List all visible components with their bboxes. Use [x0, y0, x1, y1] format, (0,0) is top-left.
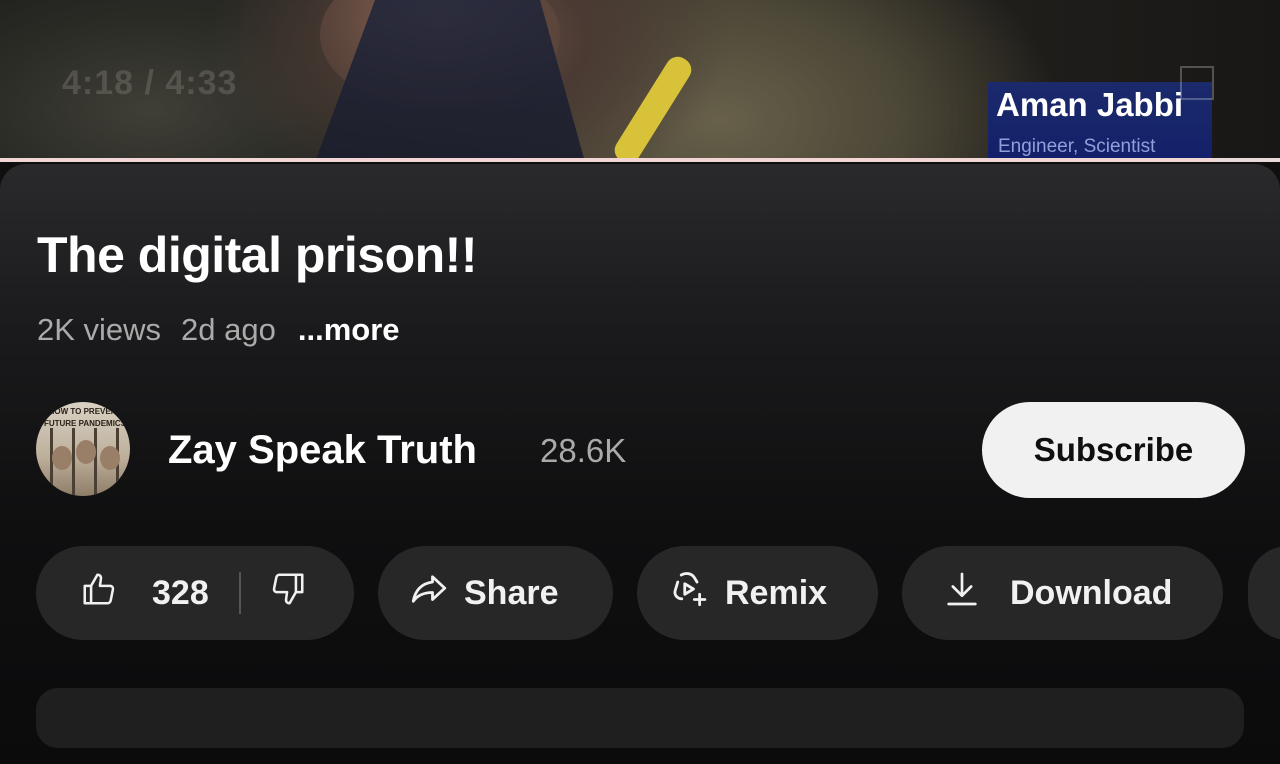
subscribe-button[interactable]: Subscribe: [982, 402, 1245, 498]
like-divider: [238, 572, 241, 614]
action-bar: 328 Share Remix Download: [36, 546, 1280, 640]
channel-row: HOW TO PREVENT FUTURE PANDEMICS Zay Spea…: [36, 402, 1246, 498]
comments-card[interactable]: [36, 688, 1244, 748]
avatar-figure: [52, 446, 72, 470]
video-player[interactable]: 4:18 / 4:33 Aman Jabbi Engineer, Scienti…: [0, 0, 1280, 162]
share-button[interactable]: Share: [378, 546, 613, 640]
avatar-caption: HOW TO PREVENT FUTURE PANDEMICS: [43, 407, 127, 428]
avatar-figure: [100, 446, 120, 470]
video-progress-bar[interactable]: [0, 158, 1280, 162]
video-zipper-shape: [610, 52, 696, 162]
channel-avatar[interactable]: HOW TO PREVENT FUTURE PANDEMICS: [36, 402, 130, 496]
download-label: Download: [1010, 573, 1173, 612]
video-progress-fill: [0, 158, 1214, 162]
lower-third-role: Engineer, Scientist: [998, 136, 1156, 157]
remix-icon: [669, 568, 711, 619]
dislike-button[interactable]: [269, 570, 307, 617]
like-count: 328: [152, 573, 209, 612]
share-arrow-icon: [408, 568, 450, 619]
like-dislike-pill: 328: [36, 546, 354, 640]
avatar-bar: [94, 428, 97, 496]
upload-age: 2d ago: [181, 312, 276, 347]
remix-button[interactable]: Remix: [637, 546, 878, 640]
fullscreen-icon[interactable]: [1180, 66, 1214, 100]
video-time-display: 4:18 / 4:33: [62, 64, 238, 102]
avatar-figure: [76, 440, 96, 464]
thumbs-up-icon: [80, 570, 118, 617]
more-actions-button[interactable]: [1248, 546, 1280, 640]
channel-name[interactable]: Zay Speak Truth: [168, 428, 477, 473]
download-button[interactable]: Download: [902, 546, 1223, 640]
lower-third-name: Aman Jabbi: [996, 86, 1184, 123]
thumbs-down-icon: [269, 570, 307, 617]
video-meta[interactable]: 2K views 2d ago ...more: [37, 312, 400, 348]
video-title[interactable]: The digital prison!!: [37, 226, 477, 284]
download-icon: [942, 569, 982, 618]
share-label: Share: [464, 573, 559, 612]
avatar-bar: [72, 428, 75, 496]
subscriber-count: 28.6K: [540, 432, 627, 469]
view-count: 2K views: [37, 312, 162, 347]
like-button[interactable]: 328: [36, 546, 209, 640]
remix-label: Remix: [725, 573, 828, 612]
more-link[interactable]: ...more: [298, 312, 400, 348]
